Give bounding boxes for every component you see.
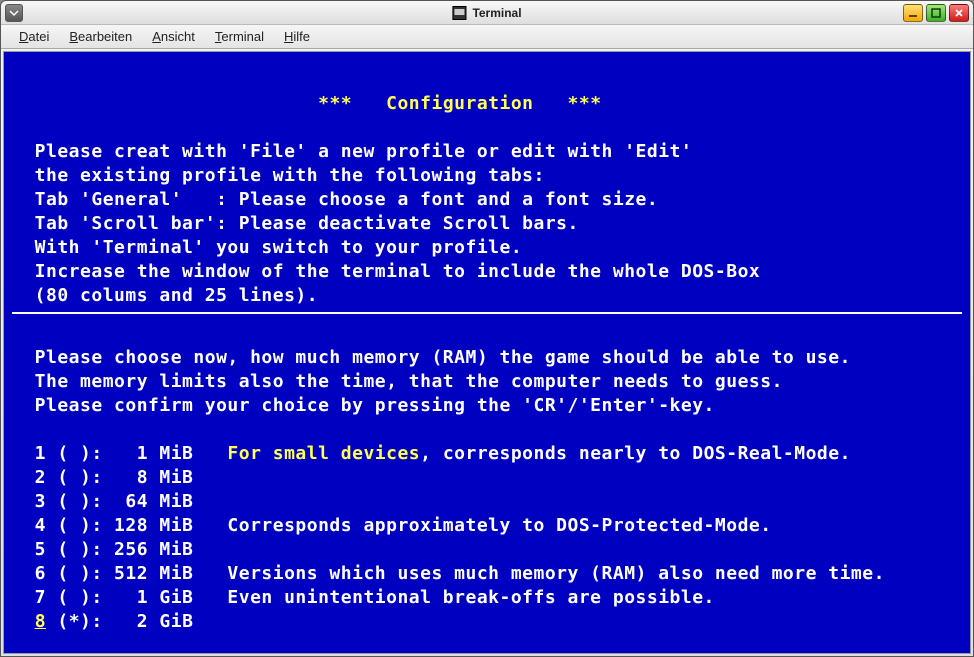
titlebar[interactable]: Terminal — [1, 1, 973, 25]
chevron-down-icon — [9, 8, 19, 18]
maximize-icon — [931, 8, 941, 18]
terminal-text: *** Configuration *** Please creat with … — [12, 68, 962, 308]
divider — [12, 312, 962, 314]
terminal-icon — [452, 6, 466, 20]
system-menu-button[interactable] — [5, 4, 23, 22]
terminal-output[interactable]: *** Configuration *** Please creat with … — [3, 51, 971, 654]
close-icon — [954, 8, 964, 18]
maximize-button[interactable] — [926, 4, 946, 22]
menu-item-datei[interactable]: Datei — [9, 27, 59, 46]
menu-item-ansicht[interactable]: Ansicht — [142, 27, 205, 46]
menubar: DateiBearbeitenAnsichtTerminalHilfe — [1, 25, 973, 49]
terminal-window: Terminal DateiBearbeitenAnsichtTerminalH… — [0, 0, 974, 657]
window-title-group: Terminal — [452, 6, 521, 20]
minimize-button[interactable] — [903, 4, 923, 22]
window-controls — [903, 4, 969, 22]
close-button[interactable] — [949, 4, 969, 22]
menu-item-terminal[interactable]: Terminal — [205, 27, 274, 46]
minimize-icon — [908, 8, 918, 18]
window-title: Terminal — [472, 6, 521, 20]
menu-item-hilfe[interactable]: Hilfe — [274, 27, 320, 46]
menu-item-bearbeiten[interactable]: Bearbeiten — [59, 27, 142, 46]
